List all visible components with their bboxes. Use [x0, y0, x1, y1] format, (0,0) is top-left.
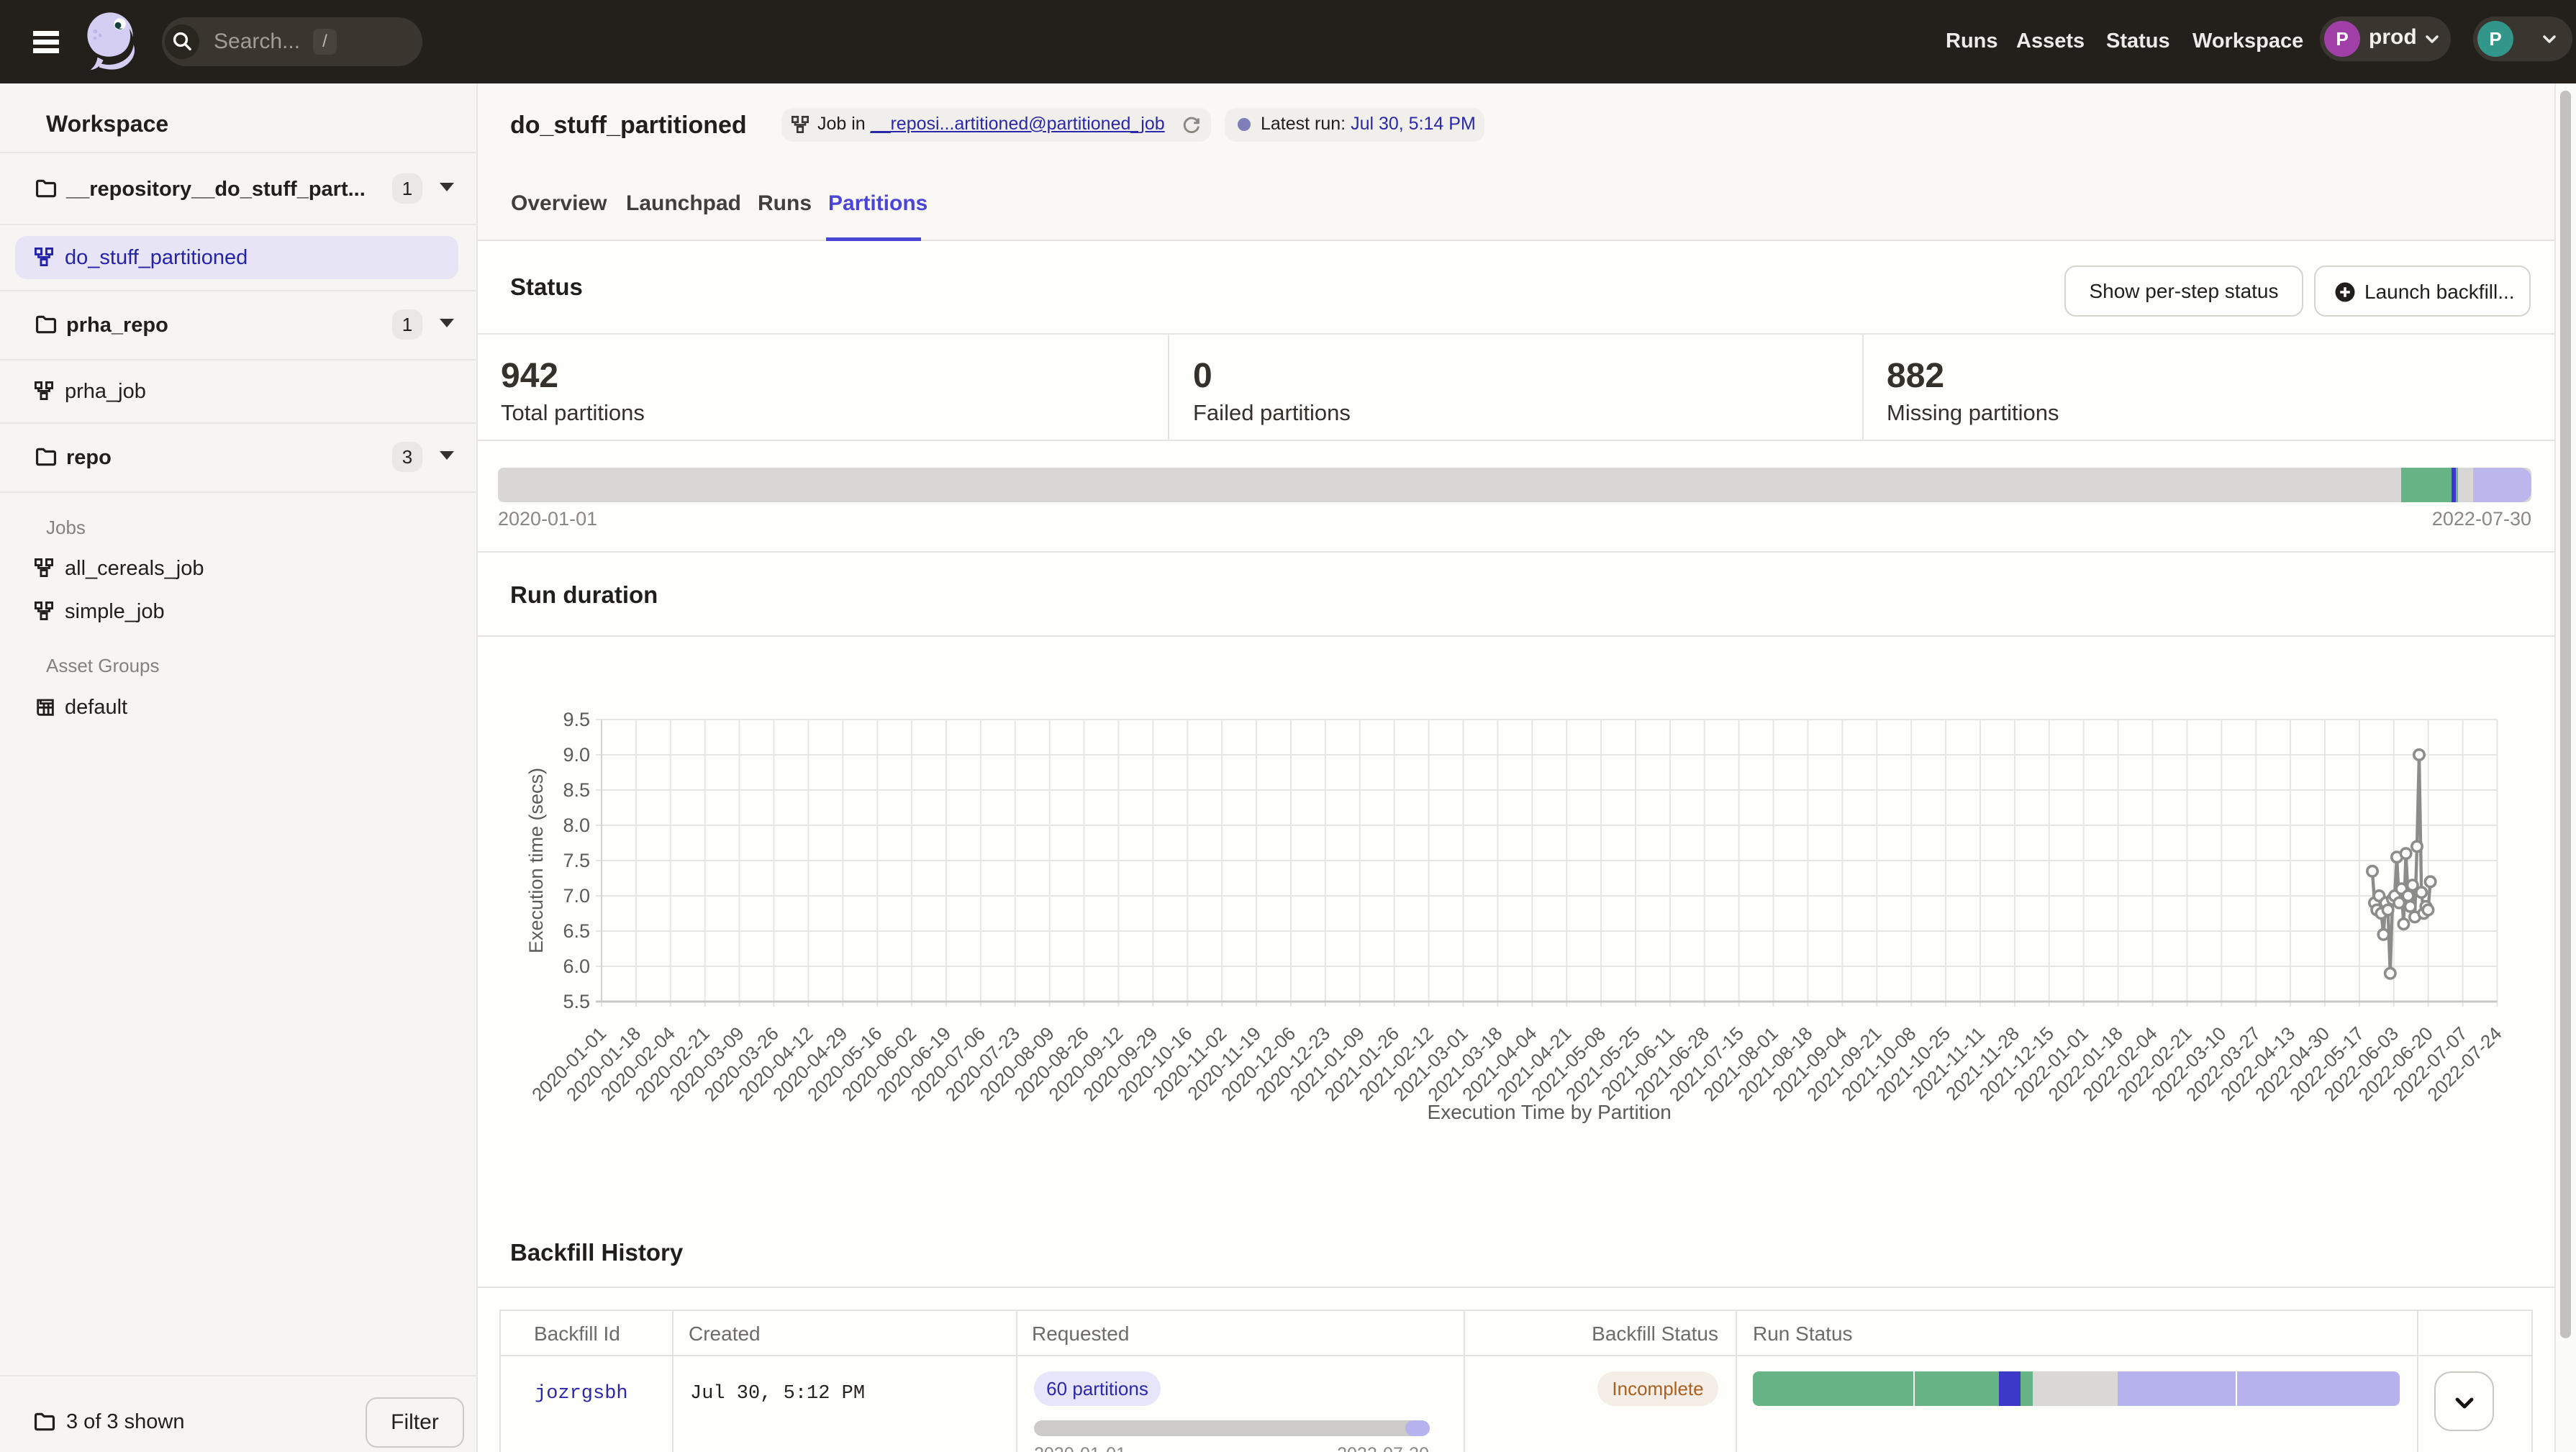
svg-text:Execution time (secs): Execution time (secs): [525, 768, 547, 953]
svg-text:Execution Time by Partition: Execution Time by Partition: [1428, 1101, 1672, 1123]
svg-text:9.5: 9.5: [563, 709, 590, 730]
svg-text:7.5: 7.5: [563, 850, 590, 871]
svg-text:6.5: 6.5: [563, 920, 590, 942]
svg-text:6.0: 6.0: [563, 956, 590, 977]
svg-text:8.5: 8.5: [563, 779, 590, 801]
svg-text:7.0: 7.0: [563, 885, 590, 907]
svg-text:5.5: 5.5: [563, 991, 590, 1012]
svg-text:9.0: 9.0: [563, 744, 590, 766]
svg-text:8.0: 8.0: [563, 815, 590, 836]
